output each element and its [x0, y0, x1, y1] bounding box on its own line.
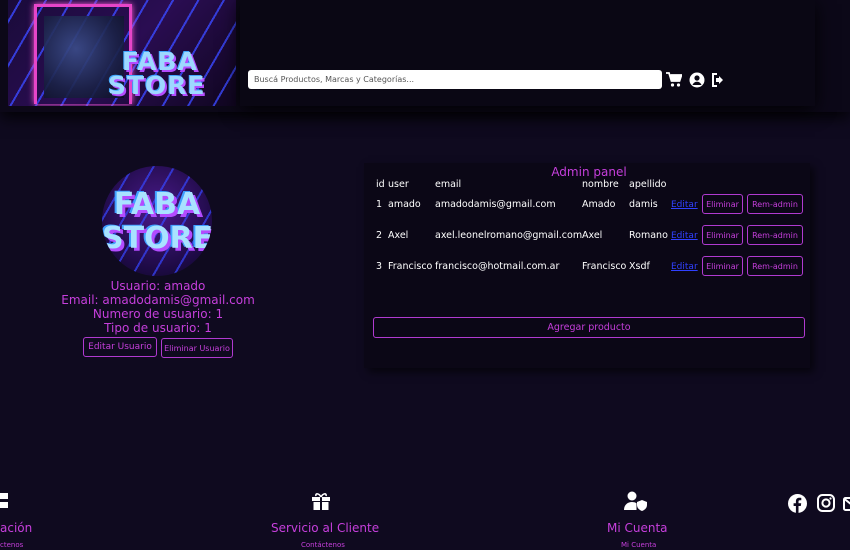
cell-email: francisco@hotmail.com.ar — [435, 261, 560, 272]
header: FABA STORE — [0, 0, 850, 112]
instagram-icon[interactable] — [817, 494, 835, 512]
delete-user-button[interactable]: Eliminar Usuario — [161, 338, 233, 358]
admin-panel-title: Admin panel — [551, 165, 627, 179]
eliminar-button[interactable]: Eliminar — [702, 194, 743, 214]
avatar-text-line1: FABA — [113, 187, 201, 222]
user-circle-icon[interactable] — [689, 72, 705, 88]
avatar-logo-text: FABA STORE — [102, 188, 212, 256]
logo-text-line2: STORE — [108, 71, 206, 100]
store-logo-banner[interactable]: FABA STORE — [8, 0, 236, 106]
cell-id: 2 — [376, 230, 383, 241]
cell-user: Francisco — [388, 261, 433, 272]
gift-icon — [311, 491, 331, 511]
avatar-text-line2: STORE — [102, 221, 212, 256]
edit-link[interactable]: Editar — [671, 231, 698, 241]
cart-icon[interactable] — [666, 72, 683, 88]
cell-user: amado — [388, 199, 421, 210]
cell-email: axel.leonelromano@gmail.com — [435, 230, 583, 241]
search-input[interactable] — [248, 70, 662, 89]
rem-admin-button[interactable]: Rem-admin — [747, 194, 803, 214]
edit-user-button[interactable]: Editar Usuario — [83, 337, 157, 357]
logout-icon[interactable] — [711, 72, 727, 88]
footer-info-icon — [0, 491, 14, 511]
cell-nombre: Axel — [582, 230, 603, 241]
column-header-nombre: nombre — [582, 179, 619, 190]
column-header-email: email — [435, 179, 462, 190]
header-bar — [240, 0, 815, 106]
profile-email: Email: amadodamis@gmail.com — [61, 293, 255, 307]
footer-col3-link[interactable]: Mi Cuenta — [621, 541, 656, 549]
logo-text: FABA STORE — [108, 49, 228, 100]
cell-email: amadodamis@gmail.com — [435, 199, 556, 210]
cell-user: Axel — [388, 230, 409, 241]
mail-icon[interactable] — [843, 495, 850, 512]
profile-user-number: Numero de usuario: 1 — [92, 307, 224, 321]
footer-col2-title: Servicio al Cliente — [271, 521, 380, 535]
eliminar-button[interactable]: Eliminar — [702, 225, 743, 245]
edit-link[interactable]: Editar — [671, 200, 698, 210]
user-shield-icon — [624, 491, 648, 511]
profile-user-type: Tipo de usuario: 1 — [104, 321, 212, 335]
edit-link[interactable]: Editar — [671, 262, 698, 272]
add-product-button[interactable]: Agregar producto — [373, 317, 805, 338]
avatar: FABA STORE — [102, 166, 212, 276]
column-header-user: user — [388, 179, 409, 190]
cell-nombre: Francisco — [582, 261, 627, 272]
column-header-id: id — [376, 179, 385, 190]
footer-col2-link[interactable]: Contáctenos — [301, 541, 345, 549]
cell-apellido: Xsdf — [629, 261, 650, 272]
rem-admin-button[interactable]: Rem-admin — [747, 256, 803, 276]
cell-apellido: damis — [629, 199, 658, 210]
eliminar-button[interactable]: Eliminar — [702, 256, 743, 276]
cell-id: 1 — [376, 199, 383, 210]
column-header-apellido: apellido — [629, 179, 667, 190]
footer-col1-title: ación — [0, 521, 33, 535]
profile-info: Usuario: amado Email: amadodamis@gmail.c… — [58, 279, 258, 335]
cell-nombre: Amado — [582, 199, 616, 210]
cell-id: 3 — [376, 261, 383, 272]
cell-apellido: Romano — [629, 230, 668, 241]
rem-admin-button[interactable]: Rem-admin — [747, 225, 803, 245]
footer-col1-link[interactable]: ctenos — [0, 541, 23, 549]
profile-username: Usuario: amado — [110, 279, 206, 293]
facebook-icon[interactable] — [788, 494, 807, 513]
footer-col3-title: Mi Cuenta — [607, 521, 668, 535]
